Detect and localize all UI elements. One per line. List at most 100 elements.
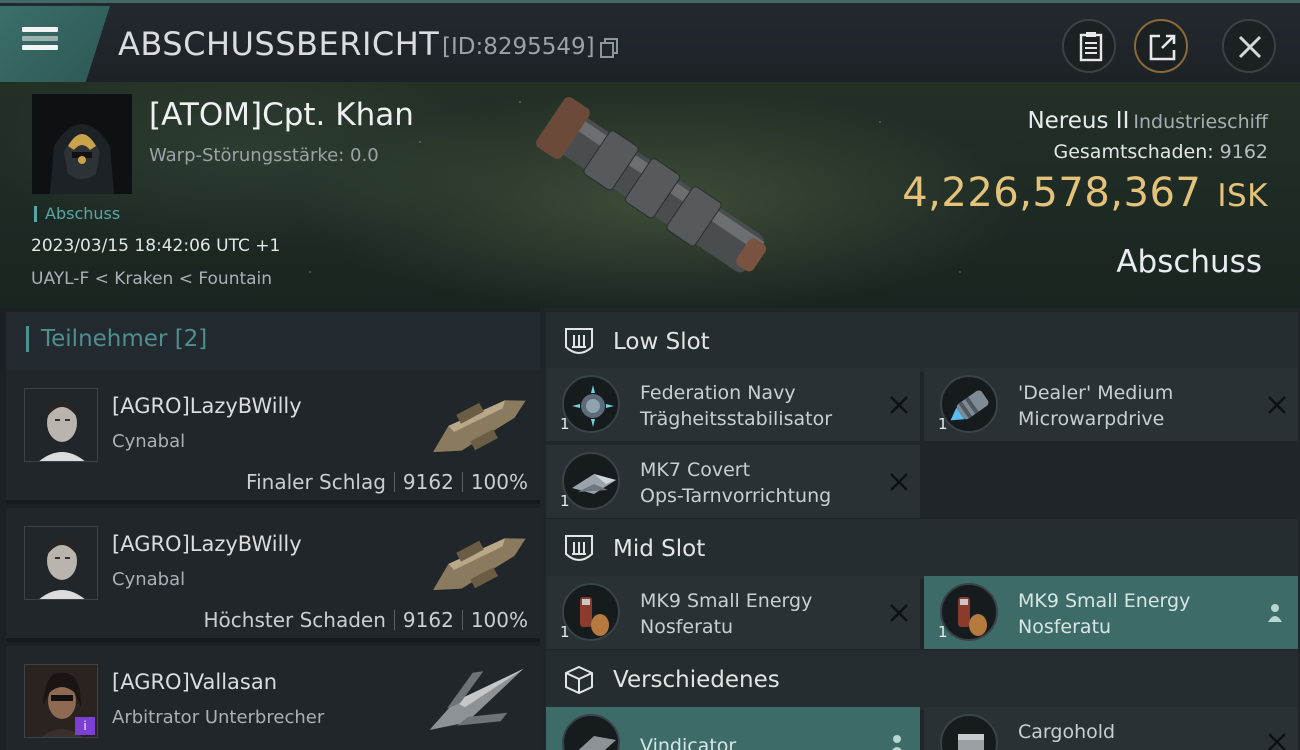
participant-stats: Höchster Schaden 9162 100% <box>204 608 529 632</box>
item-name-line1: MK9 Small Energy <box>1018 590 1191 612</box>
participant-ship: Cynabal <box>112 569 186 590</box>
isk-unit: ISK <box>1217 178 1268 214</box>
participant-ship: Cynabal <box>112 431 186 452</box>
participant-name[interactable]: [AGRO]Vallasan <box>112 670 277 694</box>
participants-header[interactable]: Teilnehmer [2] <box>6 312 540 370</box>
participant-avatar[interactable]: i <box>24 664 98 738</box>
victim-name[interactable]: [ATOM]Cpt. Khan <box>149 97 414 133</box>
item-name: MK9 Small Energy Nosferatu <box>640 588 870 640</box>
victim-ship-name[interactable]: Nereus II Industrieschiff <box>1027 108 1268 134</box>
module-icon <box>562 452 620 510</box>
participant-name[interactable]: [AGRO]LazyBWilly <box>112 394 302 418</box>
hamburger-menu-icon[interactable] <box>18 23 66 63</box>
item-name-line2: Nosferatu <box>1018 616 1112 638</box>
top-bar: ABSCHUSSBERICHT [ID:8295549] <box>0 0 1300 82</box>
participant-name[interactable]: [AGRO]LazyBWilly <box>112 532 302 556</box>
item-name-line1: MK9 Small Energy <box>640 590 813 612</box>
participants-panel: Teilnehmer [2] [AGRO]LazyBWilly Cynabal … <box>0 308 540 750</box>
victim-ship-image[interactable] <box>525 90 785 290</box>
participant-ship-image[interactable] <box>418 514 538 610</box>
kill-datetime: 2023/03/15 18:42:06 UTC +1 <box>31 236 281 256</box>
destroyed-x-icon <box>890 396 908 414</box>
module-icon <box>562 375 620 433</box>
ship-name-text: Nereus II <box>1027 108 1130 134</box>
share-icon <box>1149 34 1176 61</box>
participant-row[interactable]: [AGRO]LazyBWilly Cynabal Höchster Schade… <box>6 508 540 642</box>
fit-item[interactable]: Vindicator <box>546 707 920 750</box>
cargo-icon <box>940 714 998 750</box>
fit-item[interactable]: 1 MK7 Covert Ops-Tarnvorrichtung <box>546 445 920 518</box>
item-quantity: 1 <box>938 415 948 433</box>
result-label: Abschuss <box>1116 244 1262 280</box>
isk-amount: 4,226,578,367 <box>902 170 1202 216</box>
module-icon <box>940 583 998 641</box>
fit-item[interactable]: Cargohold <box>924 707 1298 750</box>
module-icon <box>562 583 620 641</box>
clipboard-icon <box>1079 32 1103 62</box>
participant-row[interactable]: [AGRO]LazyBWilly Cynabal Finaler Schlag 9… <box>6 370 540 504</box>
total-damage: Gesamtschaden: 9162 <box>1054 141 1269 163</box>
participant-ship-image[interactable] <box>418 652 538 748</box>
damage-label: Gesamtschaden: <box>1053 141 1214 163</box>
participant-stats: Finaler Schlag 9162 100% <box>246 470 528 494</box>
share-button[interactable] <box>1134 19 1188 73</box>
report-id: [ID:8295549] <box>442 34 595 60</box>
mid-slot-label: Mid Slot <box>613 536 706 562</box>
fit-item[interactable]: 1 Federation Navy Trägheitsstabilisator <box>546 368 920 441</box>
kill-tag: Abschuss <box>34 206 120 222</box>
item-name-line2: Trägheitsstabilisator <box>640 408 833 430</box>
copy-icon[interactable] <box>599 37 619 59</box>
low-slot-header: Low Slot <box>546 312 1298 372</box>
close-button[interactable] <box>1222 19 1276 73</box>
cube-icon <box>565 665 593 695</box>
fit-item[interactable]: 1 MK9 Small Energy Nosferatu <box>924 576 1298 649</box>
item-name: MK7 Covert Ops-Tarnvorrichtung <box>640 457 870 509</box>
item-name: Vindicator <box>640 735 737 750</box>
fit-item[interactable]: 1 MK9 Small Energy Nosferatu <box>546 576 920 649</box>
low-slot-icon <box>565 328 593 354</box>
participant-percent: 100% <box>470 470 528 494</box>
destroyed-x-icon <box>1268 396 1286 414</box>
fit-item[interactable]: 1 'Dealer' Medium Microwarpdrive <box>924 368 1298 441</box>
destroyed-x-icon <box>1268 733 1286 750</box>
participant-percent: 100% <box>470 608 528 632</box>
item-name-line2: Ops-Tarnvorrichtung <box>640 485 832 507</box>
item-name-line2: Nosferatu <box>640 616 734 638</box>
warp-strength: Warp-Störungsstärke: 0.0 <box>149 145 379 166</box>
item-quantity: 1 <box>560 492 570 510</box>
destroyed-x-icon <box>890 473 908 491</box>
clipboard-button[interactable] <box>1062 19 1116 73</box>
close-icon <box>1238 35 1262 59</box>
victim-avatar[interactable] <box>32 94 132 194</box>
participant-avatar[interactable] <box>24 526 98 600</box>
item-name-line1: MK7 Covert <box>640 459 751 481</box>
misc-header: Verschiedenes <box>546 650 1298 710</box>
participant-avatar[interactable] <box>24 388 98 462</box>
participant-ship: Arbitrator Unterbrecher <box>112 707 325 728</box>
item-quantity: 1 <box>938 623 948 641</box>
damage-value: 9162 <box>1219 141 1268 163</box>
item-name-line2: Microwarpdrive <box>1018 408 1165 430</box>
dropped-person-icon <box>1268 604 1282 622</box>
item-name: Cargohold <box>1018 721 1116 743</box>
victim-summary: [ATOM]Cpt. Khan Warp-Störungsstärke: 0.0… <box>0 82 1300 308</box>
participant-damage: 9162 <box>402 608 454 632</box>
item-name-line1: Federation Navy <box>640 382 796 404</box>
misc-label: Verschiedenes <box>613 667 780 693</box>
mid-slot-header: Mid Slot <box>546 519 1298 579</box>
item-quantity: 1 <box>560 415 570 433</box>
participants-title: Teilnehmer [2] <box>26 326 207 352</box>
kill-location[interactable]: UAYL-F < Kraken < Fountain <box>31 269 272 289</box>
participant-role: Höchster Schaden <box>203 608 386 632</box>
fitting-panel: Low Slot 1 Federation Navy Trägheitsstabi… <box>540 308 1300 750</box>
page-title: ABSCHUSSBERICHT <box>118 25 440 63</box>
ship-class: Industrieschiff <box>1133 111 1268 133</box>
mid-slot-icon <box>565 535 593 561</box>
participant-ship-image[interactable] <box>418 376 538 472</box>
item-quantity: 1 <box>560 623 570 641</box>
isk-value: 4,226,578,367 ISK <box>902 170 1268 216</box>
module-icon <box>940 375 998 433</box>
participant-row[interactable]: i [AGRO]Vallasan Arbitrator Unterbrecher <box>6 646 540 750</box>
info-badge-icon: i <box>75 717 95 735</box>
dropped-person-icon <box>892 735 902 750</box>
